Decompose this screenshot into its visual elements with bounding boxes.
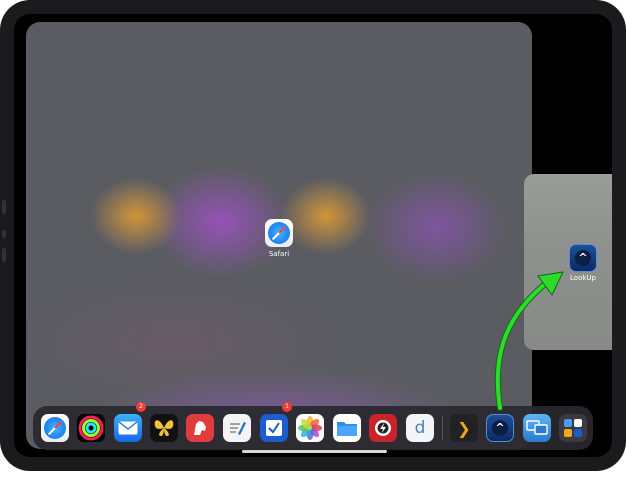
mail-badge: 2 xyxy=(136,402,146,412)
things-badge: 1 xyxy=(282,402,292,412)
green-arrow-icon xyxy=(494,271,564,411)
